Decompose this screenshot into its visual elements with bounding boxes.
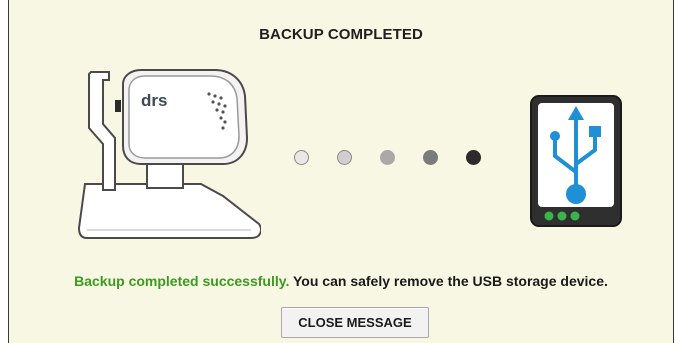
device-brand-label: drs <box>141 91 167 110</box>
progress-dot <box>423 150 438 165</box>
status-message: Backup completed successfully. You can s… <box>9 273 673 289</box>
progress-dot <box>380 150 395 165</box>
close-message-button[interactable]: CLOSE MESSAGE <box>281 307 429 338</box>
progress-dot <box>337 150 352 165</box>
dialog-title: BACKUP COMPLETED <box>259 26 423 43</box>
backup-dialog: BACKUP COMPLETED drs Backup completed su… <box>8 0 674 343</box>
progress-dots <box>294 150 494 170</box>
usb-storage-icon <box>530 95 622 227</box>
progress-dot <box>466 150 481 165</box>
drs-device-icon: drs <box>77 69 261 239</box>
success-text: Backup completed successfully. <box>74 273 290 289</box>
detail-text: You can safely remove the USB storage de… <box>289 273 608 289</box>
progress-dot <box>294 150 309 165</box>
